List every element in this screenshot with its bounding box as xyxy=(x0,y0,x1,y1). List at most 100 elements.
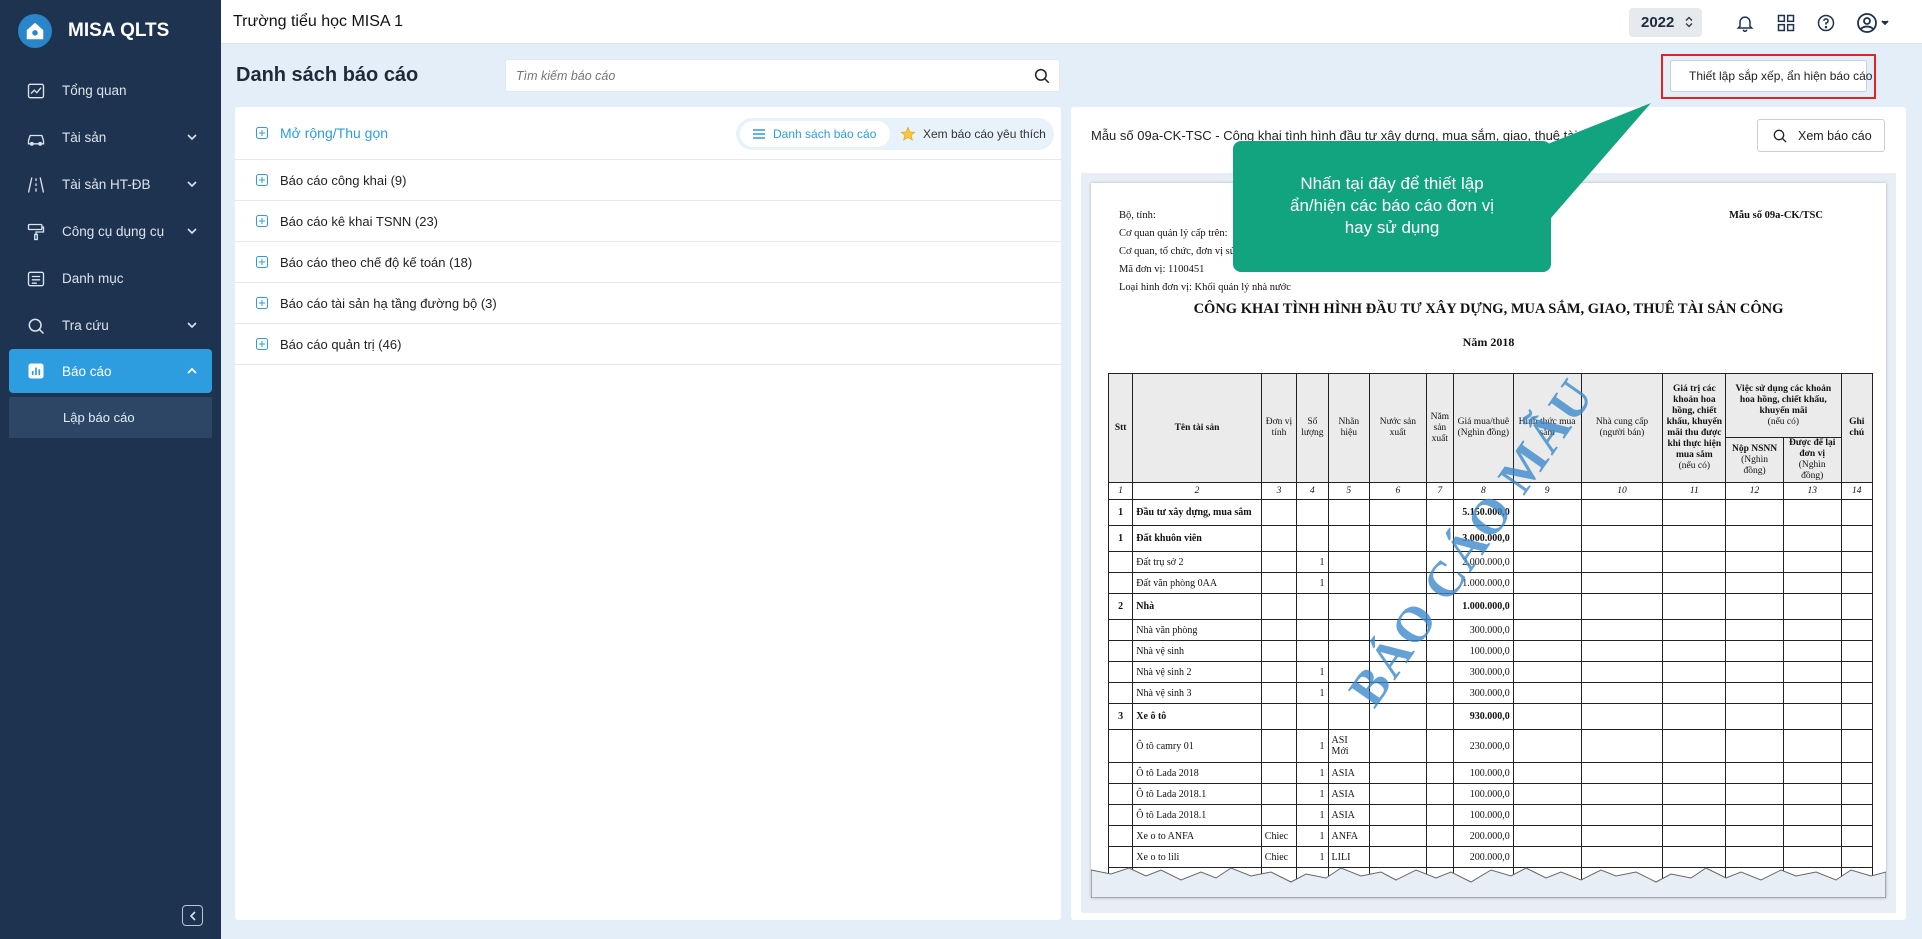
table-cell-empty xyxy=(1782,499,1842,526)
top-bar: Trường tiểu học MISA 1 2022 xyxy=(221,0,1922,44)
report-group-label: Báo cáo công khai (9) xyxy=(280,172,407,188)
view-report-label: Xem báo cáo xyxy=(1798,128,1872,143)
table-cell-brand xyxy=(1327,499,1371,526)
plus-square-icon xyxy=(256,215,268,227)
table-cell-empty xyxy=(1580,525,1664,552)
table-cell-stt xyxy=(1107,640,1134,662)
table-cell-empty xyxy=(1725,661,1784,683)
table-cell-empty xyxy=(1580,619,1664,641)
table-cell-empty xyxy=(1369,499,1427,526)
bell-icon[interactable] xyxy=(1733,11,1757,35)
report-form-number: Mẫu số 09a-CK/TSC xyxy=(1729,210,1823,221)
table-cell-brand: ANFA xyxy=(1327,825,1371,847)
collapse-sidebar-button[interactable] xyxy=(182,905,203,926)
table-cell-stt xyxy=(1107,551,1134,573)
table-cell-empty xyxy=(1782,783,1842,805)
sidebar-item-label: Tra cứu xyxy=(62,318,109,333)
table-row: Nhà vệ sinh 100.000,0 xyxy=(1107,640,1874,662)
sidebar-item-assets[interactable]: Tài sản xyxy=(0,114,221,161)
report-group-label: Báo cáo tài sản hạ tầng đường bộ (3) xyxy=(280,295,497,311)
table-cell-price: 300.000,0 xyxy=(1453,661,1514,683)
column-number-cell: 3 xyxy=(1260,482,1298,500)
report-group-row[interactable]: Báo cáo tài sản hạ tầng đường bộ (3) xyxy=(235,283,1061,324)
view-mode-switch: Danh sách báo cáo Xem báo cáo yêu thích xyxy=(736,118,1054,150)
user-menu-icon[interactable] xyxy=(1855,11,1891,35)
home-logo-icon xyxy=(18,14,52,48)
report-group-row[interactable]: Báo cáo công khai (9) xyxy=(235,160,1061,201)
view-report-button[interactable]: Xem báo cáo xyxy=(1757,119,1885,152)
table-cell-name: Nhà xyxy=(1132,593,1262,620)
table-cell-empty xyxy=(1725,762,1784,784)
table-cell-stt xyxy=(1107,762,1134,784)
table-cell-name: Nhà vệ sinh xyxy=(1132,640,1262,662)
sidebar-item-reports[interactable]: Báo cáo xyxy=(9,349,212,393)
table-cell-empty xyxy=(1725,783,1784,805)
header-sub: (Nghìn đồng) xyxy=(1741,454,1768,476)
table-cell-empty xyxy=(1725,703,1784,730)
page-title: Danh sách báo cáo xyxy=(236,64,419,86)
column-number-cell: 6 xyxy=(1369,482,1427,500)
header-cell: Nhà cung cấp xyxy=(1595,417,1649,427)
report-group-row[interactable]: Báo cáo quản trị (46) xyxy=(235,324,1061,365)
report-header-line: Cơ quan quản lý cấp trên: xyxy=(1119,228,1228,239)
sidebar-subitem-create-report[interactable]: Lập báo cáo xyxy=(9,397,212,438)
search-input[interactable] xyxy=(506,60,1006,91)
table-cell-empty xyxy=(1580,729,1664,763)
header-cell: Được để lại đơn vị xyxy=(1789,438,1836,459)
table-cell-empty xyxy=(1512,703,1582,730)
table-cell-empty xyxy=(1840,572,1874,594)
table-cell-empty xyxy=(1782,661,1842,683)
table-cell-empty xyxy=(1512,762,1582,784)
table-cell-qty: 1 xyxy=(1296,682,1329,704)
tab-report-list[interactable]: Danh sách báo cáo xyxy=(740,121,890,147)
year-selector[interactable]: 2022 xyxy=(1629,8,1702,37)
table-cell-empty xyxy=(1725,729,1784,763)
table-cell-empty xyxy=(1840,661,1874,683)
table-cell-empty xyxy=(1369,762,1427,784)
apps-grid-icon[interactable] xyxy=(1774,11,1798,35)
report-group-row[interactable]: Báo cáo theo chế độ kế toán (18) xyxy=(235,242,1061,283)
sidebar-item-infrastructure[interactable]: Tài sản HT-ĐB xyxy=(0,161,221,208)
header-cell: Năm sản xuất xyxy=(1425,373,1455,483)
tooltip-callout: Nhấn tại đây để thiết lập ẩn/hiện các bá… xyxy=(1233,141,1551,272)
paint-roller-icon xyxy=(24,220,48,244)
table-cell-unit xyxy=(1260,572,1298,594)
help-icon[interactable] xyxy=(1814,11,1838,35)
table-cell-stt: 1 xyxy=(1107,499,1134,526)
header-cell: Giá mua/thuê xyxy=(1457,417,1510,427)
table-cell-empty xyxy=(1580,572,1664,594)
report-group-row[interactable]: Báo cáo kê khai TSNN (23) xyxy=(235,201,1061,242)
app-logo[interactable]: MISA QLTS xyxy=(0,0,221,62)
table-cell-qty: 1 xyxy=(1296,783,1329,805)
sidebar-item-catalog[interactable]: Danh mục xyxy=(0,255,221,302)
search-box[interactable] xyxy=(505,59,1060,92)
sidebar-subitem-label: Lập báo cáo xyxy=(63,410,135,425)
sidebar-item-tools[interactable]: Công cụ dụng cụ xyxy=(0,208,221,255)
table-cell-empty xyxy=(1782,804,1842,826)
sidebar-item-label: Tổng quan xyxy=(62,83,127,98)
expand-collapse-toggle[interactable]: Mở rộng/Thu gọn xyxy=(256,125,388,141)
table-cell-empty xyxy=(1782,762,1842,784)
table-cell-empty xyxy=(1662,499,1727,526)
sidebar-item-lookup[interactable]: Tra cứu xyxy=(0,302,221,349)
table-cell-empty xyxy=(1840,703,1874,730)
sidebar-item-label: Tài sản xyxy=(62,130,107,145)
report-group-label: Báo cáo theo chế độ kế toán (18) xyxy=(280,254,473,270)
table-row: Nhà vệ sinh 3 1 300.000,0 xyxy=(1107,682,1874,704)
tab-favorite-reports[interactable]: Xem báo cáo yêu thích xyxy=(896,121,1050,147)
table-cell-stt: 3 xyxy=(1107,703,1134,730)
sidebar-item-overview[interactable]: Tổng quan xyxy=(0,67,221,114)
table-row: Ô tô Lada 2018 1 ASIA 100.000,0 xyxy=(1107,762,1874,784)
table-cell-empty xyxy=(1580,804,1664,826)
table-cell-empty xyxy=(1425,783,1455,805)
table-cell-stt xyxy=(1107,619,1134,641)
table-cell-qty xyxy=(1296,703,1329,730)
search-icon[interactable] xyxy=(1033,67,1051,85)
table-cell-name: Ô tô camry 01 xyxy=(1132,729,1262,763)
table-cell-empty xyxy=(1662,619,1727,641)
table-cell-unit xyxy=(1260,525,1298,552)
column-number-cell: 4 xyxy=(1296,482,1329,500)
table-cell-brand: ASIA xyxy=(1327,804,1371,826)
table-cell-empty xyxy=(1782,640,1842,662)
table-row: Ô tô Lada 2018.1 1 ASIA 100.000,0 xyxy=(1107,804,1874,826)
